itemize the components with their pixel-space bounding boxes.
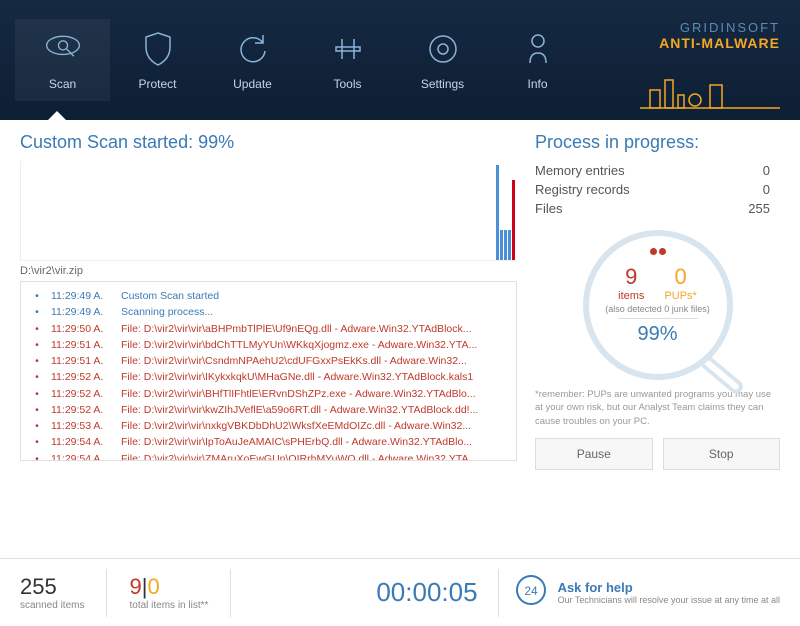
progress-gauge: 9items 0PUPs* (also detected 0 junk file… [583, 230, 733, 380]
shield-icon [138, 29, 178, 69]
nav-settings[interactable]: Settings [395, 19, 490, 101]
main-content: Custom Scan started: 99% D:\vir2\vir.zip… [0, 120, 800, 558]
log-entry: •11:29:52 A.File: D:\vir2\vir\vir\IKykxk… [31, 369, 506, 385]
log-entry: •11:29:50 A.File: D:\vir2\vir\vir\aBHPmb… [31, 321, 506, 337]
eye-scan-icon [43, 29, 83, 69]
tools-icon [328, 29, 368, 69]
refresh-icon [233, 29, 273, 69]
activity-chart [20, 161, 517, 261]
log-entry: •11:29:49 A.Custom Scan started [31, 288, 506, 304]
nav-update[interactable]: Update [205, 19, 300, 101]
nav-tools[interactable]: Tools [300, 19, 395, 101]
log-entry: •11:29:52 A.File: D:\vir2\vir\vir\BHfTlI… [31, 386, 506, 402]
scan-log[interactable]: •11:29:49 A.Custom Scan started•11:29:49… [20, 281, 517, 461]
nav-protect[interactable]: Protect [110, 19, 205, 101]
info-icon [518, 29, 558, 69]
pup-disclaimer: *remember: PUPs are unwanted programs yo… [535, 388, 780, 428]
log-entry: •11:29:53 A.File: D:\vir2\vir\vir\nxkgVB… [31, 418, 506, 434]
gear-icon [423, 29, 463, 69]
scanned-items-counter: 255 scanned items [20, 569, 107, 617]
nav-info[interactable]: Info [490, 19, 585, 101]
current-file-path: D:\vir2\vir.zip [20, 265, 517, 277]
total-items-counter: 9|0 total items in list** [107, 569, 231, 617]
elapsed-timer: 00:00:05 [376, 577, 497, 608]
active-tab-indicator-icon [47, 111, 67, 121]
log-entry: •11:29:49 A.Scanning process... [31, 304, 506, 320]
nav-scan[interactable]: Scan [15, 19, 110, 101]
log-entry: •11:29:52 A.File: D:\vir2\vir\vir\kwZIhJ… [31, 402, 506, 418]
svg-text:24: 24 [524, 584, 538, 598]
process-title: Process in progress: [535, 132, 780, 153]
log-entry: •11:29:54 A.File: D:\vir2\vir\vir\IpToAu… [31, 434, 506, 450]
brand-art-icon [640, 65, 780, 115]
process-stats: Memory entries0 Registry records0 Files2… [535, 163, 780, 220]
log-entry: •11:29:54 A.File: D:\vir2\vir\vir\ZMAruX… [31, 451, 506, 461]
status-bar: 255 scanned items 9|0 total items in lis… [0, 558, 800, 626]
brand-logo: GRIDINSOFT ANTI-MALWARE [659, 20, 780, 51]
stop-button[interactable]: Stop [663, 438, 781, 470]
log-entry: •11:29:51 A.File: D:\vir2\vir\vir\CsndmN… [31, 353, 506, 369]
ask-for-help-button[interactable]: 24 Ask for help Our Technicians will res… [498, 569, 780, 617]
scan-status-title: Custom Scan started: 99% [20, 132, 517, 153]
log-entry: •11:29:51 A.File: D:\vir2\vir\vir\bdChTT… [31, 337, 506, 353]
support-24-icon: 24 [514, 573, 548, 612]
app-header: Scan Protect Update Tools [0, 0, 800, 120]
pause-button[interactable]: Pause [535, 438, 653, 470]
